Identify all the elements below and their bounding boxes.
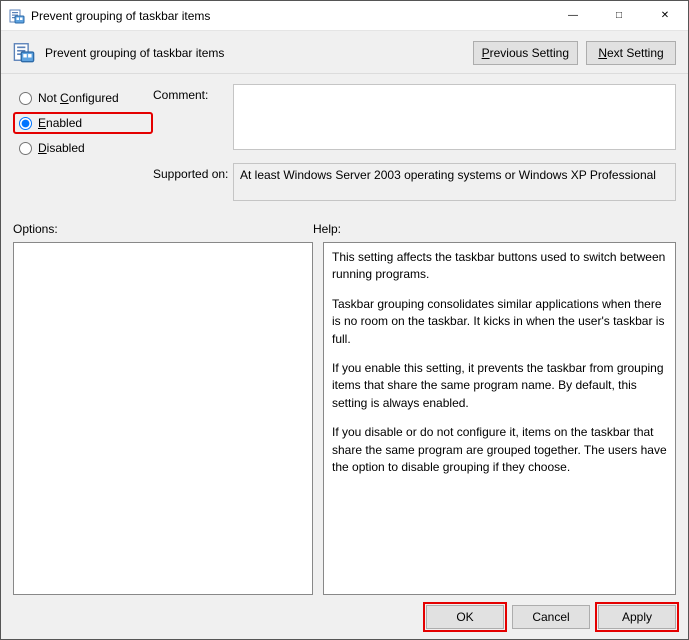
window-title: Prevent grouping of taskbar items xyxy=(31,9,210,23)
comment-label: Comment: xyxy=(153,84,233,153)
footer: OK Cancel Apply xyxy=(13,595,676,629)
radio-enabled[interactable]: Enabled xyxy=(13,112,153,134)
next-setting-button[interactable]: Next Setting xyxy=(586,41,676,65)
radio-not-configured-input[interactable] xyxy=(19,92,32,105)
options-label: Options: xyxy=(13,222,313,236)
radio-not-configured[interactable]: Not Configured xyxy=(13,87,153,109)
policy-icon-large xyxy=(13,41,37,65)
minimize-button[interactable]: — xyxy=(550,1,596,31)
header: Prevent grouping of taskbar items Previo… xyxy=(1,31,688,74)
close-button[interactable]: ✕ xyxy=(642,1,688,31)
ok-button[interactable]: OK xyxy=(426,605,504,629)
radio-disabled-input[interactable] xyxy=(19,142,32,155)
state-column: Not Configured Enabled Disabled xyxy=(13,84,153,204)
policy-title: Prevent grouping of taskbar items xyxy=(45,46,224,60)
supported-label: Supported on: xyxy=(153,163,233,204)
previous-setting-button[interactable]: Previous Setting xyxy=(473,41,578,65)
prev-label-rest: revious Setting xyxy=(490,46,569,60)
next-label-rest: ext Setting xyxy=(607,46,664,60)
help-panel: This setting affects the taskbar buttons… xyxy=(323,242,676,595)
help-paragraph: Taskbar grouping consolidates similar ap… xyxy=(332,296,667,348)
radio-disabled[interactable]: Disabled xyxy=(13,137,153,159)
maximize-button[interactable]: □ xyxy=(596,1,642,31)
supported-textarea xyxy=(233,163,676,201)
help-label: Help: xyxy=(313,222,341,236)
title-bar: Prevent grouping of taskbar items — □ ✕ xyxy=(1,1,688,31)
apply-button[interactable]: Apply xyxy=(598,605,676,629)
options-panel xyxy=(13,242,313,595)
comment-textarea[interactable] xyxy=(233,84,676,150)
cancel-button[interactable]: Cancel xyxy=(512,605,590,629)
policy-icon xyxy=(9,8,25,24)
help-paragraph: This setting affects the taskbar buttons… xyxy=(332,249,667,284)
body: Not Configured Enabled Disabled Comment:… xyxy=(1,74,688,639)
help-paragraph: If you enable this setting, it prevents … xyxy=(332,360,667,412)
radio-enabled-input[interactable] xyxy=(19,117,32,130)
help-paragraph: If you disable or do not configure it, i… xyxy=(332,424,667,476)
